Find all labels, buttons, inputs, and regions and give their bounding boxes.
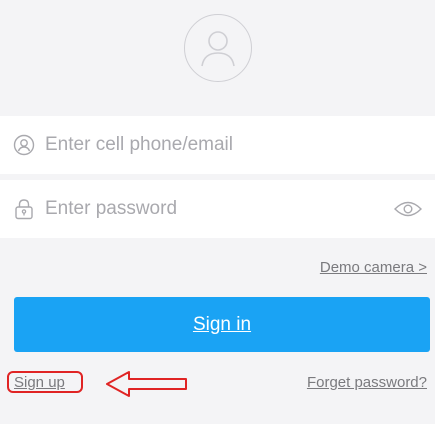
user-icon: [13, 134, 35, 156]
password-input[interactable]: [45, 198, 375, 220]
sign-in-button[interactable]: Sign in: [14, 297, 430, 352]
user-avatar-icon: [200, 31, 235, 67]
annotation-highlight-box: [7, 371, 83, 393]
sign-in-label: Sign in: [192, 313, 252, 335]
demo-camera-link[interactable]: Demo camera >: [320, 259, 427, 276]
eye-icon[interactable]: [393, 196, 423, 222]
phone-email-input[interactable]: [45, 134, 375, 156]
lock-icon: [13, 198, 35, 220]
avatar: [183, 14, 252, 82]
forget-password-link[interactable]: Forget password?: [307, 374, 427, 391]
left-arrow-icon: [106, 371, 187, 397]
avatar-area: [0, 0, 435, 112]
phone-email-field: [0, 116, 435, 174]
password-field: [0, 180, 435, 238]
